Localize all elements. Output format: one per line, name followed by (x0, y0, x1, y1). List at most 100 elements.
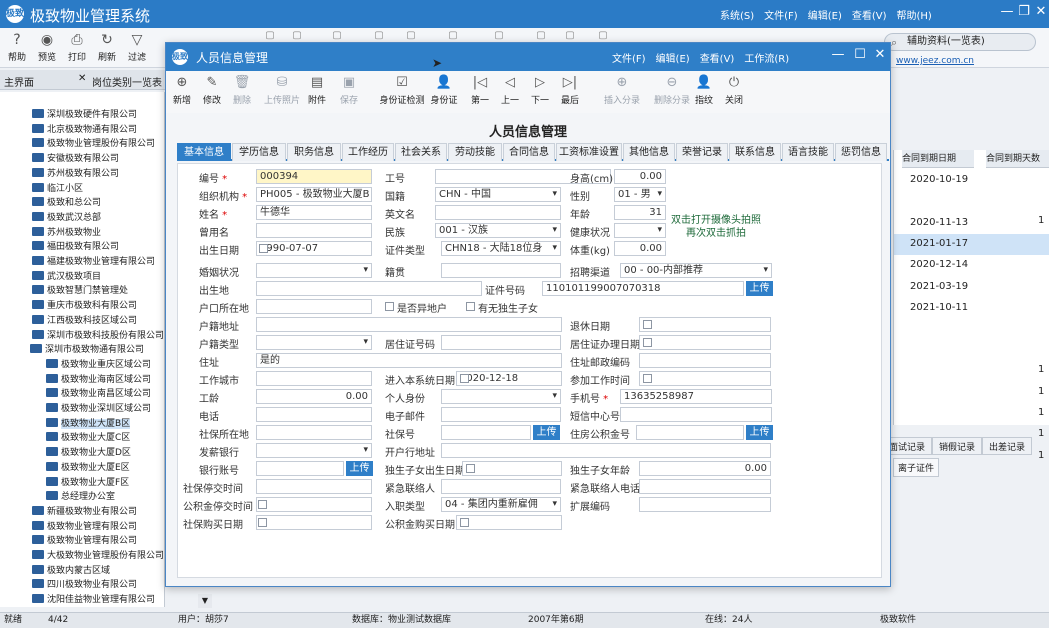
dialog-minimize-icon[interactable]: — (830, 47, 846, 62)
birth-checkbox[interactable] (259, 244, 268, 253)
dialog-menu-item[interactable]: 文件(F) (612, 50, 646, 65)
camera-hint[interactable]: 双击打开摄像头拍照 再次双击抓拍 (670, 214, 762, 240)
tree-item[interactable]: 福建极致物业管理有限公司 (32, 255, 155, 269)
field-phone[interactable] (256, 407, 372, 422)
dialog-maximize-icon[interactable]: ☐ (852, 47, 868, 62)
field-hire_type[interactable]: 04 - 集团内重新雇佣 (441, 497, 561, 512)
field-child_birth[interactable] (462, 461, 562, 476)
field-gender[interactable]: 01 - 男 (614, 187, 666, 202)
main-menu-item[interactable]: 文件(F) (764, 7, 798, 22)
form-tab[interactable]: 其他信息 (623, 143, 675, 161)
tree-item[interactable]: 沈阳佳益物业管理有限公司 (32, 593, 155, 607)
tab-main[interactable]: 主界面 (4, 74, 34, 89)
field-age[interactable]: 31 (614, 205, 666, 220)
tree-item[interactable]: 苏州极致有限公司 (32, 167, 119, 181)
main-menu-item[interactable]: 编辑(E) (808, 7, 842, 22)
tree-item[interactable]: 深圳极致硬件有限公司 (32, 108, 137, 122)
background-tab[interactable]: 出差记录 (982, 437, 1033, 455)
search-input[interactable]: ⌕ 辅助资料(一览表) (884, 33, 1036, 51)
field-child_age[interactable]: 0.00 (639, 461, 771, 476)
form-tab[interactable]: 学历信息 (232, 143, 286, 161)
dialog-toolbar-button-15[interactable]: ⏻ 关闭 (718, 75, 750, 106)
field-health[interactable] (614, 223, 666, 238)
field-retire[interactable] (639, 317, 771, 332)
main-menu-item[interactable]: 查看(V) (852, 7, 887, 22)
main-menu-item[interactable]: 系统(S) (720, 7, 754, 22)
dialog-toolbar-button-1[interactable]: ✎ 修改 (196, 75, 228, 106)
field-weight[interactable]: 0.00 (614, 241, 666, 256)
tree-item[interactable]: 极致物业南昌区域公司 (46, 387, 151, 401)
tree-item[interactable]: 极致和总公司 (32, 196, 101, 210)
field-marital[interactable] (256, 263, 372, 278)
form-tab[interactable]: 荣誉记录 (676, 143, 728, 161)
only-child-checkbox[interactable] (466, 302, 475, 311)
site-link[interactable]: www.jeez.com.cn (896, 56, 974, 66)
toolbar-button-1[interactable]: ◉ 预览 (30, 32, 64, 63)
field-address[interactable]: 是的 (256, 353, 562, 368)
field-residence_date[interactable] (639, 335, 771, 350)
form-tab[interactable]: 惩罚信息 (835, 143, 887, 161)
tree-item[interactable]: 深圳市极致物通有限公司 (30, 343, 144, 357)
tree-scroll-down-icon[interactable]: ▼ (198, 594, 212, 608)
field-huji_type[interactable] (256, 335, 372, 350)
field-used_name[interactable] (256, 223, 372, 238)
dialog-toolbar-button-14[interactable]: 👤 指纹 (688, 75, 720, 106)
tree-item[interactable]: 大极致物业管理股份有限公司 (32, 549, 164, 563)
tree-item[interactable]: 新疆极致物业有限公司 (32, 505, 137, 519)
field-hukou[interactable] (256, 299, 372, 314)
tree-item[interactable]: 深圳市极致科技股份有限公司 (32, 329, 164, 343)
tree-item[interactable]: 苏州极致物业 (32, 226, 101, 240)
field-seniority[interactable]: 0.00 (256, 389, 372, 404)
field-sms[interactable] (620, 407, 772, 422)
dialog-toolbar-button-4[interactable]: ▤ 附件 (301, 75, 333, 106)
tree-item[interactable]: 极致物业大厦E区 (46, 461, 130, 475)
form-tab[interactable]: 基本信息 (177, 143, 231, 161)
field-birthplace[interactable] (256, 281, 482, 296)
maximize-icon[interactable]: ❐ (1015, 4, 1033, 19)
field-id_no[interactable]: 110101199007070318 (542, 281, 744, 296)
tree-item[interactable]: 总经理办公室 (46, 490, 115, 504)
field-emergency[interactable] (441, 479, 561, 494)
field-native[interactable] (441, 263, 561, 278)
field-postcode[interactable] (639, 353, 771, 368)
id-upload-button[interactable]: 上传 (746, 281, 773, 296)
tree-item[interactable]: 极致智慧门禁管理处 (32, 284, 128, 298)
tab-position-list[interactable]: 岗位类别一览表 (92, 74, 162, 89)
field-social_place[interactable] (256, 425, 372, 440)
field-identity[interactable] (441, 389, 561, 404)
form-tab[interactable]: 合同信息 (503, 143, 555, 161)
field-housing_fund[interactable] (636, 425, 744, 440)
tree-item[interactable]: 极致物业大厦C区 (46, 431, 130, 445)
form-tab[interactable]: 工作经历 (342, 143, 394, 161)
tree-item[interactable]: 重庆市极致科有限公司 (32, 299, 137, 313)
main-menu-item[interactable]: 帮助(H) (897, 7, 932, 22)
dialog-menu-item[interactable]: 查看(V) (700, 50, 735, 65)
residence-checkbox[interactable] (643, 338, 652, 347)
dialog-toolbar-button-8[interactable]: |◁ 第一 (464, 75, 496, 106)
tree-item[interactable]: 四川极致物业有限公司 (32, 578, 137, 592)
child-birth-checkbox[interactable] (466, 464, 475, 473)
tree-item[interactable]: 武汉极致项目 (32, 270, 101, 284)
field-emp_no[interactable]: 000394 (256, 169, 372, 184)
field-huji_addr[interactable] (256, 317, 562, 332)
toolbar-button-2[interactable]: ⎙ 打印 (60, 32, 94, 63)
field-id_type[interactable]: CHN18 - 大陆18位身 (441, 241, 561, 256)
social-buy-checkbox[interactable] (258, 518, 267, 527)
enter-date-checkbox[interactable] (460, 374, 469, 383)
form-tab[interactable]: 职务信息 (287, 143, 341, 161)
field-fund_stop[interactable] (256, 497, 372, 512)
field-org[interactable]: PH005 - 极致物业大厦B (256, 187, 372, 202)
toolbar-button-4[interactable]: ▽ 过滤 (120, 32, 154, 63)
dialog-toolbar-button-0[interactable]: ⊕ 新增 (166, 75, 198, 106)
dialog-menu-item[interactable]: 工作流(R) (744, 50, 789, 65)
field-birth[interactable]: 1990-07-07 (256, 241, 372, 256)
form-tab[interactable]: 工资标准设置 (556, 143, 622, 161)
dialog-toolbar-button-11[interactable]: ▷| 最后 (554, 75, 586, 106)
tree-item[interactable]: 极致物业管理股份有限公司 (32, 137, 155, 151)
field-fund_buy[interactable] (456, 515, 562, 530)
dialog-toolbar-button-7[interactable]: 👤 身份证 (428, 75, 460, 106)
form-tab[interactable]: 社会关系 (395, 143, 447, 161)
field-recruit[interactable]: 00 - 00-内部推荐 (620, 263, 772, 278)
field-email[interactable] (441, 407, 561, 422)
field-mobile[interactable]: 13635258987 (620, 389, 772, 404)
